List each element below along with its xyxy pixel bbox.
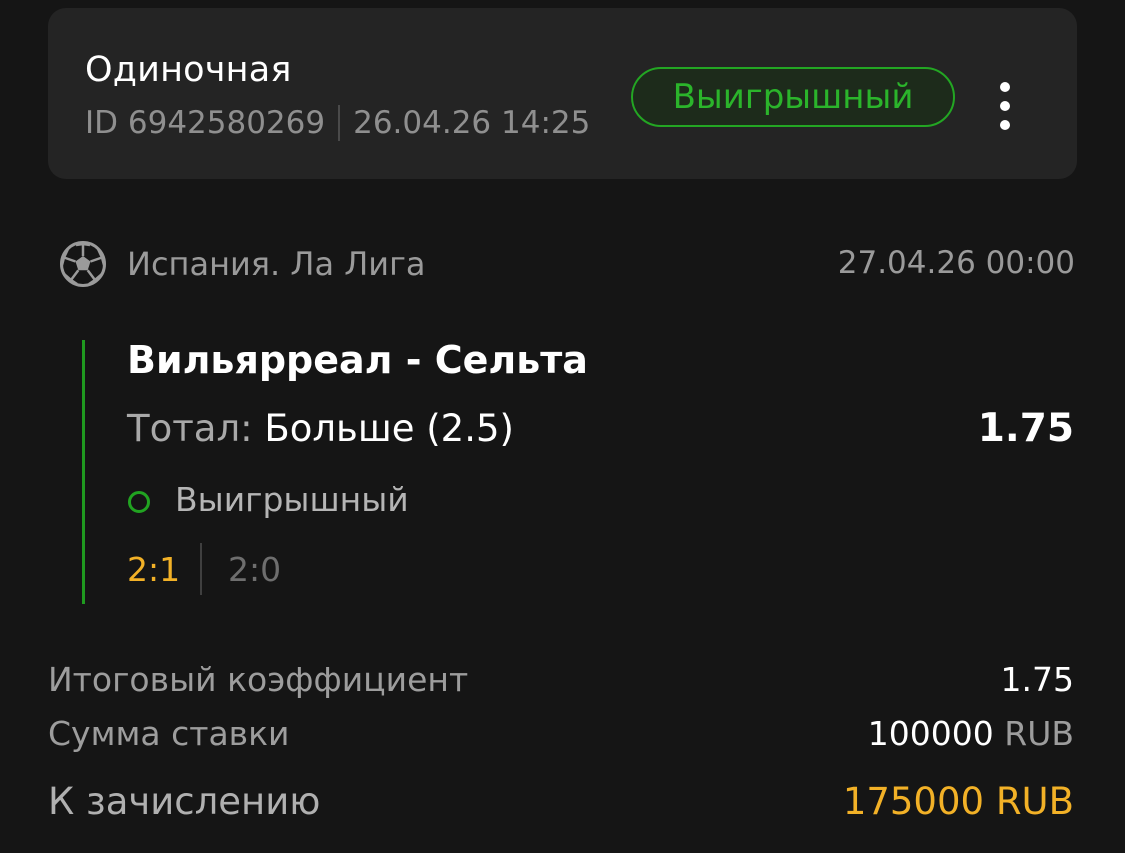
more-options-icon[interactable] bbox=[988, 78, 1022, 134]
stake-amount: 100000 bbox=[867, 714, 994, 753]
bet-type-title: Одиночная bbox=[85, 50, 292, 90]
result-status-icon bbox=[128, 491, 150, 513]
stake-currency: RUB bbox=[1004, 714, 1074, 753]
more-dot bbox=[1000, 120, 1010, 130]
payout-label: К зачислению bbox=[48, 780, 321, 823]
more-dot bbox=[1000, 82, 1010, 92]
bet-header-card: Одиночная ID 6942580269 26.04.26 14:25 В… bbox=[48, 8, 1077, 179]
bet-id-prefix: ID bbox=[85, 105, 119, 141]
market-selection: Тотал: Больше (2.5) bbox=[127, 407, 514, 450]
league-name: Испания. Ла Лига bbox=[127, 245, 426, 283]
bet-meta: ID 6942580269 26.04.26 14:25 bbox=[85, 105, 590, 141]
market-value: Больше (2.5) bbox=[264, 407, 514, 450]
bet-details-screen: Одиночная ID 6942580269 26.04.26 14:25 В… bbox=[0, 0, 1125, 853]
stake-value: 100000 RUB bbox=[868, 714, 1074, 753]
soccer-ball-icon bbox=[60, 241, 106, 287]
match-title[interactable]: Вильярреал - Сельта bbox=[127, 338, 588, 382]
score-divider bbox=[200, 543, 202, 595]
bet-id: 6942580269 bbox=[127, 105, 326, 141]
meta-divider bbox=[338, 105, 341, 141]
selection-status-bar bbox=[82, 340, 85, 604]
final-score: 2:1 bbox=[127, 550, 181, 589]
market-label: Тотал: bbox=[127, 407, 253, 450]
more-dot bbox=[1000, 101, 1010, 111]
selection-result: Выигрышный bbox=[175, 480, 409, 519]
total-odds-label: Итоговый коэффициент bbox=[48, 660, 469, 699]
bet-placed-date: 26.04.26 14:25 bbox=[353, 105, 591, 141]
half-time-score: 2:0 bbox=[228, 550, 282, 589]
event-date: 27.04.26 00:00 bbox=[837, 245, 1075, 281]
bet-status-badge: Выигрышный bbox=[631, 67, 955, 127]
selection-odds: 1.75 bbox=[977, 406, 1074, 451]
payout-value: 175000 RUB bbox=[842, 780, 1074, 823]
stake-label: Сумма ставки bbox=[48, 714, 290, 753]
total-odds-value: 1.75 bbox=[1000, 660, 1074, 699]
